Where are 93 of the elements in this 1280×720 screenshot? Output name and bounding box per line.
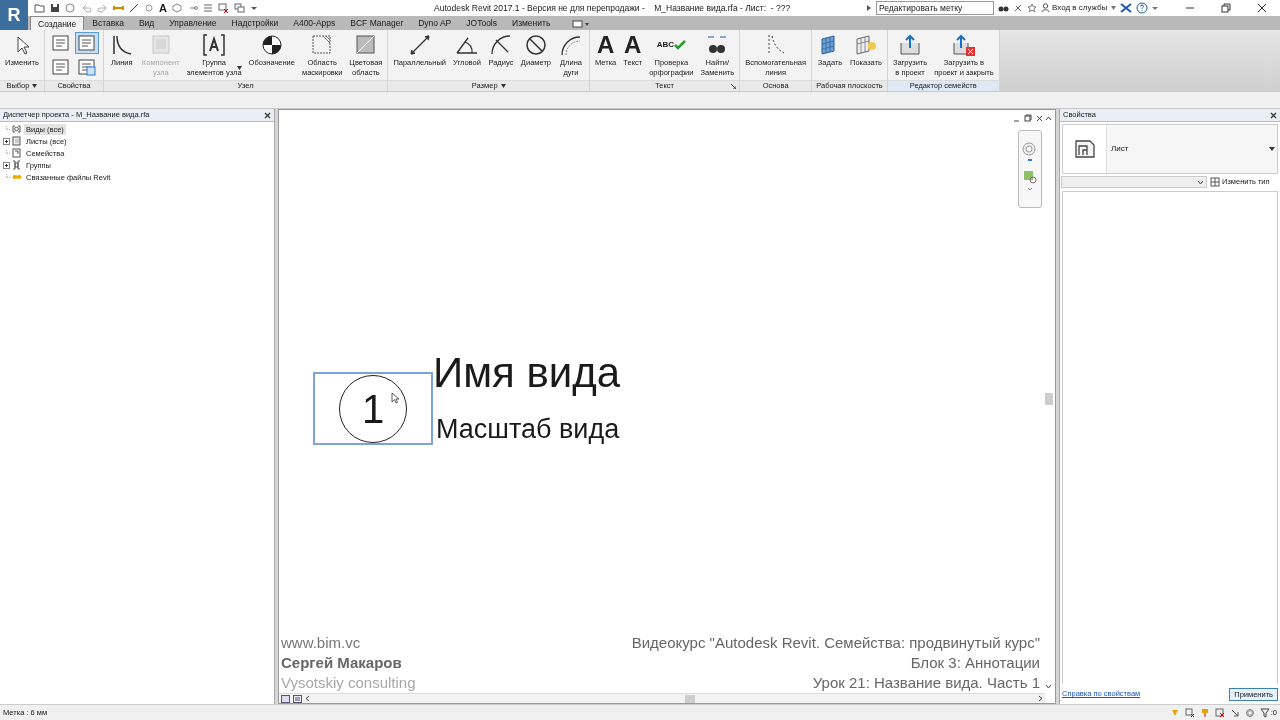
ribbon-tab[interactable]: A400-Apps [286, 16, 343, 30]
view-3d-icon[interactable] [171, 3, 183, 13]
save-icon[interactable] [50, 3, 60, 13]
check-mark-icon [674, 40, 686, 50]
star-icon[interactable] [1027, 3, 1037, 13]
expand-caret-icon[interactable] [866, 4, 872, 12]
select-pinned-icon[interactable] [1199, 707, 1210, 718]
filter-icon[interactable] [1259, 707, 1270, 718]
close-icon[interactable] [264, 111, 271, 119]
properties-palette-icon [76, 34, 97, 52]
select-underlay-icon[interactable] [1184, 707, 1195, 718]
glyph-icon: ABC [656, 41, 674, 49]
horizontal-scrollbar[interactable] [279, 693, 1045, 703]
scroll-thumb[interactable] [685, 694, 695, 703]
caption-text: Урок 21: Название вида. Часть 1 [812, 673, 1040, 693]
search-field[interactable]: Редактировать метку [876, 1, 994, 15]
link-icon [12, 172, 22, 182]
restore-icon[interactable] [1024, 114, 1032, 122]
caret-icon [1269, 147, 1275, 151]
scroll-down-icon[interactable] [1045, 684, 1052, 689]
views-icon [12, 124, 22, 134]
zoom-region-icon[interactable] [1022, 169, 1038, 191]
dimension-icon[interactable] [129, 3, 139, 13]
ribbon-tab[interactable]: BCF Manager [343, 16, 411, 30]
switch-windows-icon[interactable] [233, 3, 245, 13]
scroll-left-icon[interactable] [305, 695, 310, 702]
sign-in-button[interactable]: Вход в службы [1041, 1, 1108, 15]
caret-icon[interactable] [500, 84, 506, 88]
caption-text: Блок 3: Аннотации [910, 653, 1040, 673]
panel-toggle-button[interactable] [572, 18, 591, 30]
restore-icon [1221, 3, 1231, 13]
scroll-right-icon[interactable] [1038, 695, 1043, 702]
ribbon-tab[interactable]: Изменить [505, 16, 558, 30]
view-scale-label: Масштаб вида [436, 416, 620, 443]
close-hidden-icon[interactable] [217, 3, 229, 13]
ribbon-tab[interactable]: Надстройки [224, 16, 286, 30]
caption-text: Vysotskiy consulting [281, 673, 416, 693]
bracket-frame-icon [201, 33, 228, 57]
window-title: Autodesk Revit 2017.1 - Версия не для перепродажи - M_Название вида.rfa - Лист: - ??? [434, 2, 791, 15]
sheet-icon [12, 136, 22, 146]
ribbon-tab[interactable]: Создание [30, 16, 85, 30]
family-category-icon [50, 58, 71, 76]
type-selector[interactable]: Лист [1062, 124, 1278, 174]
redo-icon[interactable] [97, 3, 108, 13]
panel-toggle-icon [572, 20, 591, 28]
family-icon [12, 148, 22, 158]
ribbon-tab[interactable]: JOTools [459, 16, 504, 30]
family-types-icon [76, 58, 97, 76]
close-icon[interactable] [1270, 111, 1277, 119]
caption-text: www.bim.vc [281, 633, 362, 653]
type-properties-icon [50, 34, 71, 52]
ribbon-tab[interactable]: Вид [131, 16, 162, 30]
view-name-label: Имя вида [433, 352, 621, 394]
view-tag-frame[interactable]: 1 [313, 372, 433, 445]
close-icon [1257, 3, 1267, 13]
upload-close-icon [950, 33, 977, 57]
scroll-up-icon[interactable] [1045, 116, 1052, 121]
glyph-icon: A [596, 33, 615, 57]
close-icon[interactable] [1036, 114, 1043, 122]
measure-icon[interactable] [113, 3, 124, 13]
group-icon [12, 160, 22, 170]
properties-toggle-button[interactable] [74, 32, 99, 54]
undo-icon[interactable] [81, 3, 92, 13]
detail-level-icon[interactable] [293, 694, 302, 703]
folder-icon[interactable] [34, 3, 45, 13]
ribbon-tab[interactable]: Управление [162, 16, 224, 30]
ribbon-tab[interactable]: Dyno AP [411, 16, 459, 30]
sheet-icon [1073, 139, 1096, 159]
dialog-launcher-icon[interactable] [731, 84, 737, 89]
caption-text: Сергей Макаров [281, 653, 403, 673]
caret-icon [1197, 179, 1204, 185]
expand-icon[interactable] [3, 161, 10, 169]
caret-icon[interactable] [1111, 6, 1117, 10]
expand-icon[interactable] [3, 137, 10, 145]
help-icon[interactable] [1136, 2, 1149, 14]
text-tool-icon[interactable]: A [159, 2, 167, 14]
drag-elements-icon[interactable] [1229, 707, 1240, 718]
select-by-face-icon[interactable] [1214, 707, 1225, 718]
caret-icon[interactable] [32, 84, 38, 88]
application-menu-button[interactable]: R [0, 0, 28, 30]
scroll-thumb[interactable] [1045, 393, 1053, 405]
scale-icon[interactable] [281, 694, 290, 703]
caption-text: Видеокурс "Autodesk Revit. Семейства: продвинутый курс" [631, 633, 1040, 653]
ribbon-tab[interactable]: Вставка [85, 16, 131, 30]
drawing-canvas[interactable]: 1 Имя вида Масштаб вида www.bim.vc Сергей Макаров Vysotskiy consulting Видеокурс "Autodesk Revit. Семейства: продвинутый курс" Блок 3: Аннотации Урок 21: Название вида. Часть 1 [278, 109, 1056, 704]
user-icon [1041, 3, 1050, 13]
section-icon[interactable] [187, 3, 198, 13]
type-name: Лист [1111, 143, 1130, 155]
glyph-icon: A [624, 33, 642, 57]
cursor-icon [391, 392, 399, 404]
steering-wheel-icon[interactable] [1022, 141, 1038, 163]
exchange-icon[interactable] [1120, 3, 1133, 13]
edit-type-icon [1210, 177, 1220, 187]
